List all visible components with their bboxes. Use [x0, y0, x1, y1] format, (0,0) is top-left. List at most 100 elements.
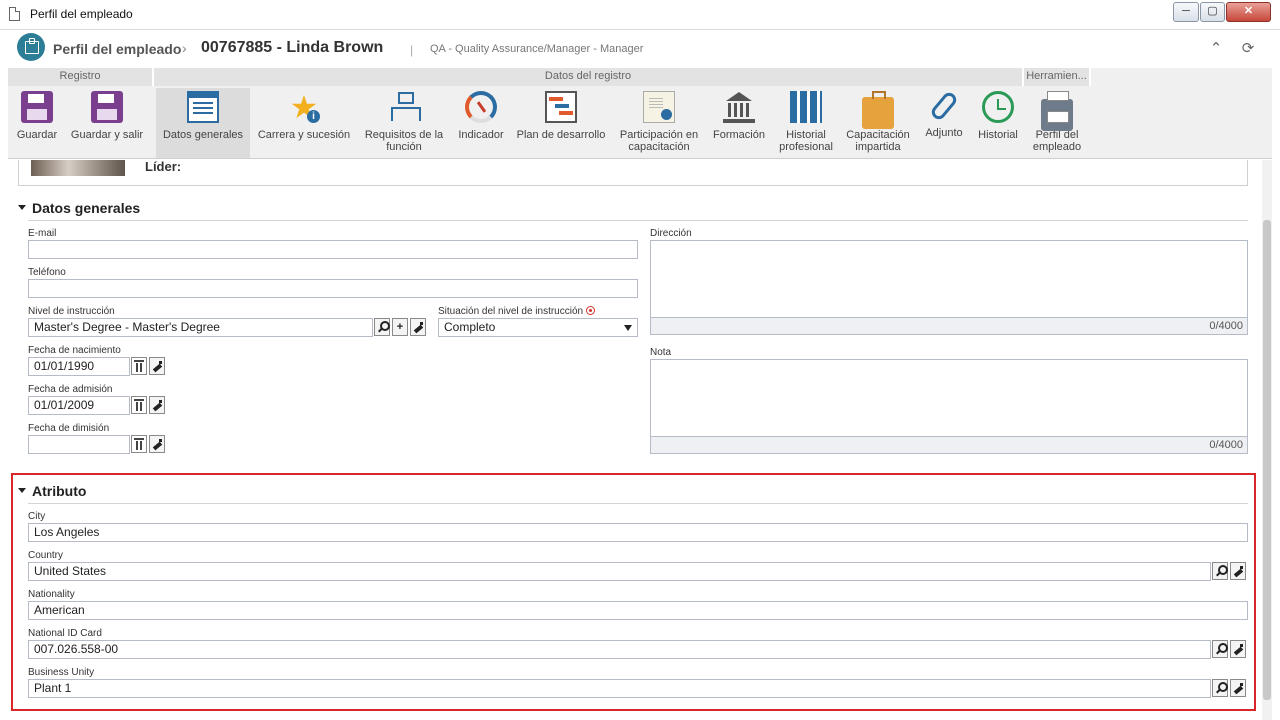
tab-datos-generales[interactable]: Datos generales — [156, 88, 250, 158]
save-label: Guardar — [16, 129, 58, 141]
tab-capacitacion[interactable]: Capacitación impartida — [842, 88, 914, 158]
national-id-field[interactable]: 007.026.558-00 — [28, 640, 1211, 659]
tab-formacion[interactable]: Formación — [708, 88, 770, 158]
tab-indicador-label: Indicador — [458, 129, 504, 141]
nationality-label: Nationality — [28, 589, 75, 600]
section-datos-generales[interactable]: Datos generales — [18, 200, 140, 216]
country-label: Country — [28, 550, 64, 561]
search-icon[interactable] — [374, 318, 390, 336]
section-atributo-title: Atributo — [32, 483, 87, 499]
fecha-admision-label: Fecha de admisión — [28, 384, 113, 395]
nationality-field[interactable]: American — [28, 601, 1248, 620]
section-datos-generales-title: Datos generales — [32, 200, 141, 216]
collapse-caret-icon — [18, 488, 26, 493]
telefono-field[interactable] — [28, 279, 638, 298]
direccion-char-counter: 0/4000 — [650, 318, 1248, 335]
tab-adjunto-label: Adjunto — [925, 127, 963, 139]
scrollbar-thumb[interactable] — [1263, 220, 1271, 700]
refresh-icon[interactable]: ⟳ — [1238, 39, 1258, 59]
business-unity-label: Business Unity — [28, 667, 95, 678]
tab-historial-label: Historial — [978, 129, 1018, 141]
save-and-exit-button[interactable]: Guardar y salir — [66, 88, 148, 158]
calendar-icon[interactable] — [131, 396, 147, 414]
close-button[interactable]: ✕ — [1226, 2, 1271, 22]
minimize-button[interactable]: ─ — [1173, 2, 1199, 22]
collapse-icon[interactable]: ⌃ — [1206, 39, 1226, 59]
clear-icon[interactable] — [1230, 679, 1246, 697]
dropdown-arrow-icon — [624, 325, 632, 331]
lider-label: Líder: — [145, 160, 182, 174]
certificate-icon — [643, 91, 675, 123]
window-titlebar: Perfil del empleado ─ ▢ ✕ — [0, 0, 1280, 30]
tab-formacion-label: Formación — [713, 129, 765, 141]
paperclip-icon — [928, 90, 960, 122]
save-button[interactable]: Guardar — [10, 88, 64, 158]
group-datos-registro: Datos del registro — [154, 68, 1024, 86]
add-icon[interactable]: + — [392, 318, 408, 336]
group-registro: Registro — [8, 68, 154, 86]
maximize-button[interactable]: ▢ — [1200, 2, 1225, 22]
fecha-admision-field[interactable]: 01/01/2009 — [28, 396, 130, 415]
country-field[interactable]: United States — [28, 562, 1211, 581]
binders-icon — [790, 91, 822, 123]
employee-profile-report-button[interactable]: Perfil del empleado — [1026, 88, 1088, 158]
breadcrumb-module[interactable]: Perfil del empleado — [53, 41, 181, 57]
email-field[interactable] — [28, 240, 638, 259]
tab-plan-label: Plan de desarrollo — [516, 129, 606, 141]
window-title: Perfil del empleado — [30, 7, 133, 21]
email-label: E-mail — [28, 228, 57, 239]
nivel-instruccion-field[interactable]: Master's Degree - Master's Degree — [28, 318, 373, 337]
org-chart-icon — [388, 91, 421, 123]
direccion-textarea[interactable] — [650, 240, 1248, 318]
calendar-icon[interactable] — [131, 435, 147, 453]
nota-label: Nota — [650, 347, 672, 358]
business-unity-field[interactable]: Plant 1 — [28, 679, 1211, 698]
clear-icon[interactable] — [1230, 640, 1246, 658]
national-id-label: National ID Card — [28, 628, 102, 639]
header-divider: | — [410, 43, 414, 57]
tab-adjunto[interactable]: Adjunto — [916, 88, 972, 158]
tab-carrera-label: Carrera y sucesión — [257, 129, 351, 141]
vertical-scrollbar[interactable] — [1262, 160, 1272, 720]
section-divider — [28, 503, 1248, 504]
tab-participacion[interactable]: Participación en capacitación — [612, 88, 706, 158]
save-exit-icon — [91, 91, 123, 123]
tab-participacion-label: Participación en capacitación — [619, 129, 699, 153]
tab-indicador[interactable]: Indicador — [452, 88, 510, 158]
situacion-select[interactable]: Completo — [438, 318, 638, 337]
document-icon — [9, 7, 20, 21]
tab-carrera-sucesion[interactable]: ★ i Carrera y sucesión — [252, 88, 356, 158]
clear-icon[interactable] — [149, 396, 165, 414]
fecha-dimision-field[interactable] — [28, 435, 130, 454]
briefcase-icon — [862, 91, 894, 129]
history-clock-icon — [982, 91, 1014, 123]
form-content: Líder: Datos generales E-mail Teléfono N… — [8, 160, 1258, 720]
section-atributo[interactable]: Atributo — [18, 483, 86, 499]
calendar-icon[interactable] — [131, 357, 147, 375]
profile-card: Líder: — [18, 160, 1248, 186]
clear-icon[interactable] — [410, 318, 426, 336]
situacion-label-text: Situación del nivel de instrucción — [438, 306, 584, 317]
tab-plan-desarrollo[interactable]: Plan de desarrollo — [512, 88, 610, 158]
perfil-label: Perfil del empleado — [1032, 129, 1082, 153]
tab-historial-profesional[interactable]: Historial profesional — [772, 88, 840, 158]
search-icon[interactable] — [1212, 640, 1228, 658]
fecha-nacimiento-field[interactable]: 01/01/1990 — [28, 357, 130, 376]
search-icon[interactable] — [1212, 562, 1228, 580]
tab-requisitos[interactable]: Requisitos de la función — [358, 88, 450, 158]
page-header: Perfil del empleado › 00767885 - Linda B… — [8, 30, 1272, 68]
atributo-highlight-box — [11, 473, 1256, 711]
city-label: City — [28, 511, 46, 522]
institution-icon — [723, 91, 755, 123]
search-icon[interactable] — [1212, 679, 1228, 697]
required-icon — [586, 306, 596, 315]
tab-historial[interactable]: Historial — [974, 88, 1022, 158]
city-field[interactable]: Los Angeles — [28, 523, 1248, 542]
printer-icon — [1041, 91, 1073, 131]
clear-icon[interactable] — [149, 357, 165, 375]
clear-icon[interactable] — [149, 435, 165, 453]
clear-icon[interactable] — [1230, 562, 1246, 580]
tab-datos-generales-label: Datos generales — [162, 129, 244, 141]
nota-textarea[interactable] — [650, 359, 1248, 437]
save-exit-label: Guardar y salir — [70, 129, 144, 141]
